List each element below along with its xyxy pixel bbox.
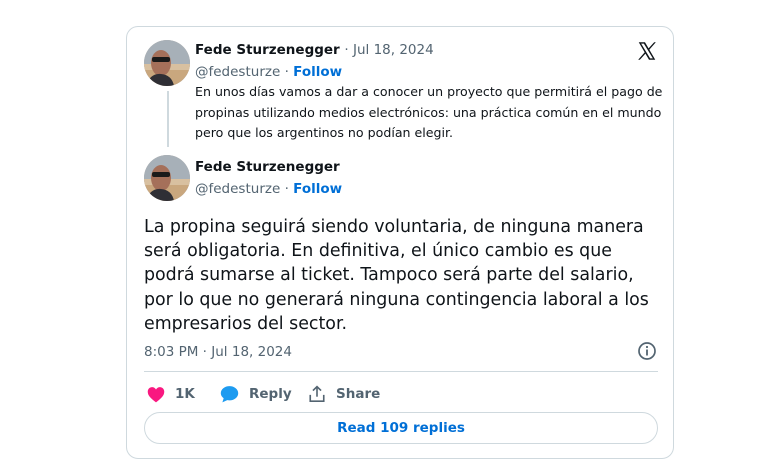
- main-post-text: La propina seguirá siendo voluntaria, de…: [144, 217, 649, 334]
- main-author-name[interactable]: Fede Sturzenegger: [195, 159, 340, 175]
- separator-dot: ·: [284, 181, 289, 197]
- quoted-post-date[interactable]: · Jul 18, 2024: [344, 42, 433, 58]
- read-replies-button[interactable]: Read 109 replies: [144, 412, 658, 444]
- main-handle[interactable]: @fedesturze: [195, 181, 280, 197]
- share-button[interactable]: Share: [308, 383, 380, 405]
- reply-bubble-icon: [220, 386, 239, 403]
- quoted-follow-button[interactable]: Follow: [293, 64, 342, 80]
- info-icon[interactable]: [637, 341, 657, 361]
- reply-button[interactable]: Reply: [220, 383, 292, 405]
- avatar-image: [144, 40, 190, 86]
- like-count: 1K: [175, 386, 195, 402]
- reply-label: Reply: [249, 386, 292, 402]
- divider: [144, 371, 658, 372]
- separator-dot: ·: [284, 64, 289, 80]
- avatar[interactable]: [144, 40, 190, 86]
- heart-icon: [147, 386, 165, 402]
- thread-connector-line: [167, 91, 169, 147]
- x-logo-icon[interactable]: [636, 40, 658, 62]
- avatar[interactable]: [144, 155, 190, 201]
- avatar-image: [144, 155, 190, 201]
- quoted-author-name[interactable]: Fede Sturzenegger · Jul 18, 2024: [195, 42, 434, 58]
- post-timestamp[interactable]: 8:03 PM · Jul 18, 2024: [144, 344, 292, 360]
- quoted-post-text: En unos días vamos a dar a conocer un pr…: [195, 84, 663, 140]
- share-label: Share: [336, 386, 381, 402]
- quoted-handle[interactable]: @fedesturze: [195, 64, 280, 80]
- share-icon: [309, 385, 325, 403]
- like-button[interactable]: 1K: [147, 383, 195, 405]
- embedded-post-card: Fede Sturzenegger · Jul 18, 2024 @fedest…: [126, 26, 674, 459]
- quoted-handle-row: @fedesturze · Follow: [195, 64, 342, 80]
- main-follow-button[interactable]: Follow: [293, 181, 342, 197]
- main-handle-row: @fedesturze · Follow: [195, 181, 342, 197]
